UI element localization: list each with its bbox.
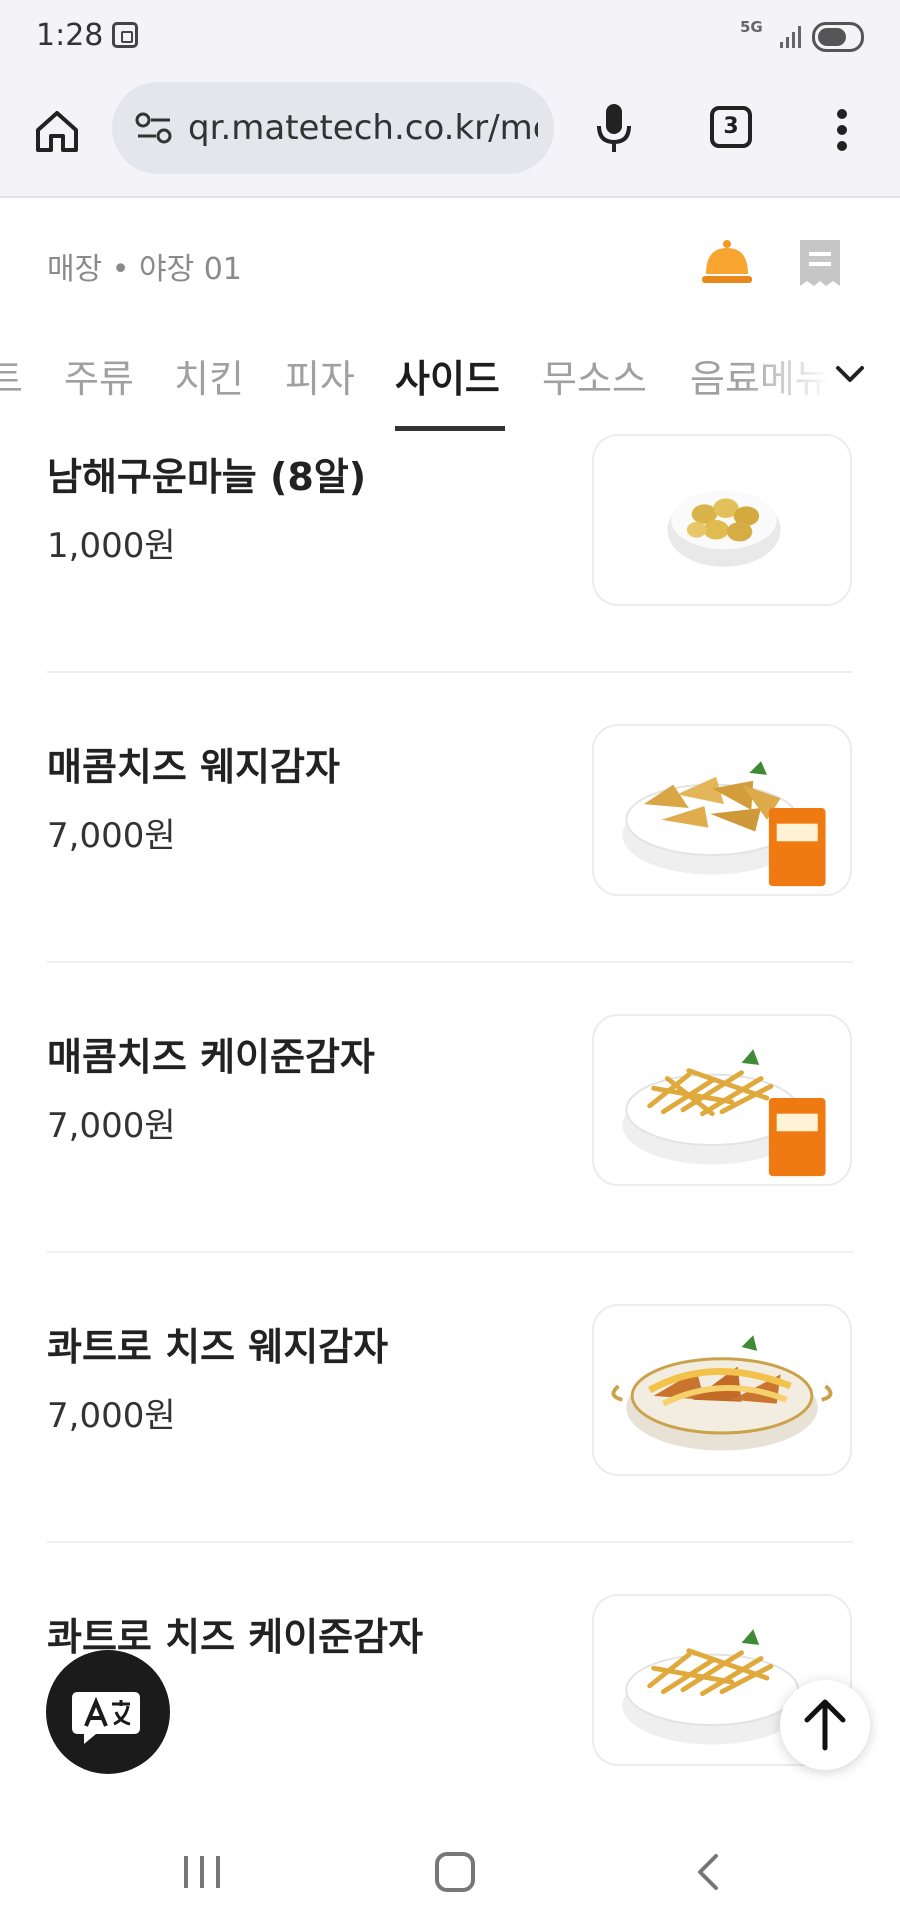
network-label: 5G	[740, 18, 763, 36]
system-nav-bar	[0, 1810, 900, 1930]
arrow-up-icon	[804, 1699, 846, 1751]
item-price: 1,000원	[47, 526, 176, 566]
home-icon[interactable]	[30, 104, 84, 158]
tune-icon[interactable]	[134, 110, 174, 146]
item-name: 매콤치즈 케이준감자	[47, 1035, 375, 1079]
cajun-fries-dish-image	[622, 1049, 826, 1177]
status-bar: 1:28 5G	[0, 0, 900, 78]
menu-item[interactable]: 남해구운마늘 (8알) 1,000원	[0, 434, 900, 736]
wedge-potato-dish-image	[622, 761, 826, 887]
menu-item[interactable]: 매콤치즈 케이준감자 7,000원	[0, 1014, 900, 1316]
item-name: 매콤치즈 웨지감자	[47, 745, 340, 789]
screenshot-icon	[112, 22, 138, 48]
item-divider	[47, 671, 853, 673]
item-divider	[47, 961, 853, 963]
item-divider	[47, 1251, 853, 1253]
tab-pizza[interactable]: 피자	[285, 348, 355, 403]
item-image[interactable]	[592, 1014, 852, 1186]
menu-item[interactable]: 콰트로 치즈 웨지감자 7,000원	[0, 1304, 900, 1606]
item-price: 7,000원	[47, 816, 176, 856]
store-header: 매장 • 야장 01	[0, 198, 900, 328]
tabs-icon[interactable]: 3	[710, 106, 752, 148]
item-image[interactable]	[592, 434, 852, 606]
translate-icon	[72, 1692, 140, 1744]
home-nav-icon[interactable]	[435, 1852, 475, 1892]
item-name: 콰트로 치즈 웨지감자	[47, 1325, 389, 1369]
address-bar[interactable]: qr.matetech.co.kr/me	[112, 82, 554, 174]
signal-icon	[780, 26, 801, 48]
recents-icon[interactable]	[182, 1854, 222, 1890]
item-divider	[47, 1541, 853, 1543]
category-tabs: 트 주류 치킨 피자 사이드 무소스 음료메뉴	[0, 330, 900, 432]
item-image[interactable]	[592, 724, 852, 896]
bell-icon[interactable]	[700, 238, 754, 288]
tabs-fade	[740, 330, 830, 430]
item-price: 7,000원	[47, 1396, 176, 1436]
url-text[interactable]: qr.matetech.co.kr/me	[188, 108, 538, 148]
menu-item[interactable]: 매콤치즈 웨지감자 7,000원	[0, 724, 900, 1026]
kebab-menu-icon[interactable]	[836, 108, 848, 152]
roasted-garlic-bowl-image	[667, 490, 781, 567]
tab-side[interactable]: 사이드	[395, 348, 500, 403]
active-tab-indicator	[395, 426, 505, 431]
translate-button[interactable]	[46, 1650, 170, 1774]
store-name: 매장 • 야장 01	[47, 252, 242, 287]
mic-icon[interactable]	[594, 100, 634, 156]
chevron-down-icon[interactable]	[832, 356, 868, 392]
receipt-icon[interactable]	[798, 238, 842, 288]
battery-icon	[812, 22, 864, 52]
item-image[interactable]	[592, 1304, 852, 1476]
item-price: 7,000원	[47, 1106, 176, 1146]
cheese-wedge-dish-image	[611, 1335, 833, 1451]
tab-chicken[interactable]: 치킨	[174, 348, 244, 403]
tab-partial-left[interactable]: 트	[0, 348, 23, 403]
tab-no-sauce[interactable]: 무소스	[542, 348, 647, 403]
tab-drinks[interactable]: 주류	[64, 348, 134, 403]
status-time: 1:28	[36, 18, 104, 53]
item-name: 남해구운마늘 (8알)	[47, 455, 367, 499]
browser-toolbar: qr.matetech.co.kr/me 3	[0, 78, 900, 198]
back-icon[interactable]	[692, 1852, 722, 1892]
scroll-top-button[interactable]	[780, 1680, 870, 1770]
